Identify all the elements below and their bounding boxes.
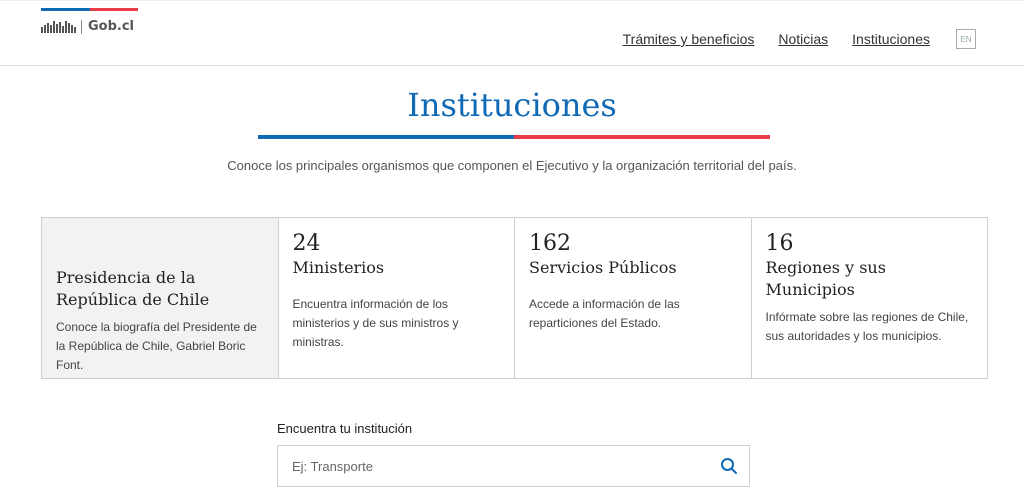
- nav-link-noticias[interactable]: Noticias: [778, 31, 828, 47]
- card-description: Accede a información de las reparticione…: [529, 297, 680, 330]
- card-title: Ministerios: [292, 258, 385, 277]
- search-input[interactable]: [278, 446, 709, 486]
- site-logo[interactable]: Gob.cl: [41, 19, 134, 34]
- card-description: Infórmate sobre las regiones de Chile, s…: [765, 310, 969, 343]
- logo-divider: [81, 19, 82, 34]
- card-count: 162: [529, 231, 571, 256]
- search-icon: [721, 458, 737, 474]
- institution-cards: Presidencia de la República de Chile Con…: [41, 217, 988, 379]
- language-toggle-button[interactable]: EN: [956, 29, 976, 49]
- title-underline: [258, 135, 770, 139]
- page-title: Instituciones: [407, 86, 617, 124]
- nav-link-tramites[interactable]: Trámites y beneficios: [623, 31, 755, 47]
- logo-text: Gob.cl: [88, 19, 135, 34]
- search-button[interactable]: [709, 446, 749, 486]
- search-box: [277, 445, 750, 487]
- card-count: 24: [292, 231, 321, 256]
- card-description: Conoce la biografía del Presidente de la…: [56, 320, 257, 372]
- card-presidencia[interactable]: Presidencia de la República de Chile Con…: [42, 218, 279, 378]
- main-nav: Trámites y beneficios Noticias Instituci…: [599, 29, 976, 49]
- card-regiones-municipios[interactable]: 16 Regiones y sus Municipios Infórmate s…: [751, 218, 987, 378]
- search-label: Encuentra tu institución: [277, 421, 413, 436]
- card-title: Regiones y sus Municipios: [765, 258, 886, 299]
- nav-link-instituciones[interactable]: Instituciones: [852, 31, 930, 47]
- card-count: 16: [765, 231, 794, 256]
- card-title: Servicios Públicos: [529, 258, 677, 277]
- logo-color-bar: [41, 8, 138, 11]
- gob-logo-icon: [41, 20, 76, 33]
- card-ministerios[interactable]: 24 Ministerios Encuentra información de …: [278, 218, 515, 378]
- site-header: Gob.cl Trámites y beneficios Noticias In…: [0, 0, 1024, 66]
- card-title: Presidencia de la República de Chile: [56, 268, 210, 309]
- page-subtitle: Conoce los principales organismos que co…: [227, 158, 797, 173]
- card-servicios-publicos[interactable]: 162 Servicios Públicos Accede a informac…: [515, 218, 752, 378]
- card-description: Encuentra información de los ministerios…: [292, 297, 459, 349]
